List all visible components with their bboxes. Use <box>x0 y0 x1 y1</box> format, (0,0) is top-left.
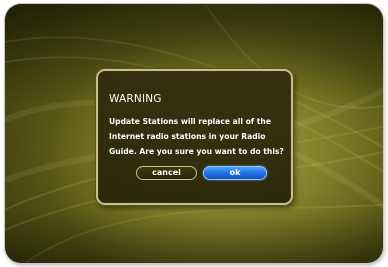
warning-dialog: WARNING Update Stations will replace all… <box>96 69 293 205</box>
ok-button[interactable]: ok <box>203 166 267 180</box>
tv-screen: WARNING Update Stations will replace all… <box>5 4 383 263</box>
dialog-message: Update Stations will replace all of the … <box>109 114 294 159</box>
cancel-button[interactable]: cancel <box>136 166 197 180</box>
dialog-message-line: Update Stations will replace all of the <box>109 117 271 126</box>
dialog-title: WARNING <box>109 93 162 105</box>
dialog-message-line: Guide. Are you sure you want to do this? <box>109 147 284 156</box>
dialog-message-line: Internet radio stations in your Radio <box>109 132 266 141</box>
